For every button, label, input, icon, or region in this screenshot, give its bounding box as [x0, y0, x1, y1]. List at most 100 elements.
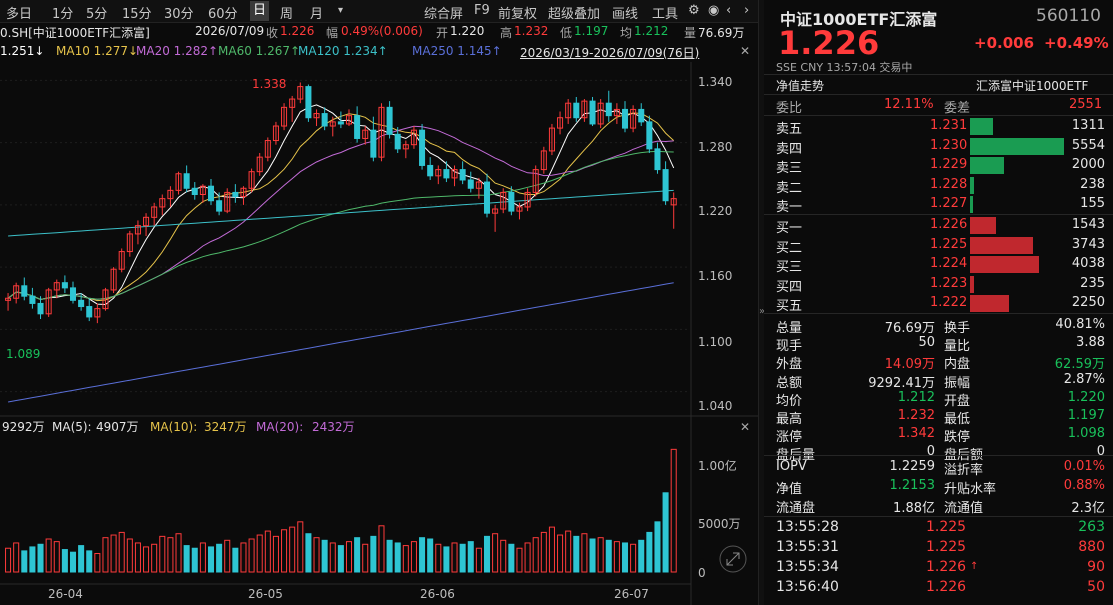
ask-row[interactable]: 卖一 1.227 155 — [764, 195, 1113, 215]
stat-label: 均价 — [776, 393, 803, 409]
volume-bar — [467, 541, 474, 573]
period-multiday[interactable]: 多日 — [6, 3, 32, 22]
kline-chart[interactable]: 1.340 1.280 1.220 1.160 1.100 1.040 1.33… — [0, 62, 758, 605]
volume-bar — [435, 543, 442, 573]
bid-row[interactable]: 买四 1.223 235 — [764, 275, 1113, 295]
volume-bar — [670, 448, 677, 573]
period-month[interactable]: 月 — [310, 3, 323, 22]
stat-value: 1.098 — [1067, 426, 1105, 442]
tick-volume: 90 — [1087, 559, 1105, 575]
expand-icon[interactable] — [719, 545, 747, 573]
volume-bar — [581, 533, 588, 573]
order-diff-value: 2551 — [1069, 97, 1103, 112]
vol-value: 76.69万 — [698, 26, 745, 40]
eye-icon[interactable]: ◉ — [708, 3, 719, 18]
tick-direction-icon: ↑ — [970, 561, 979, 572]
bid-volume: 4038 — [1071, 256, 1105, 271]
stat-label: 振幅 — [944, 375, 971, 391]
bid-price: 1.226 — [930, 217, 968, 232]
period-15min[interactable]: 15分 — [122, 3, 152, 22]
tool-draw-line[interactable]: 画线 — [612, 3, 638, 22]
ask-volume: 2000 — [1071, 157, 1105, 172]
stat-label: 总额 — [776, 375, 803, 391]
chevron-right-icon[interactable]: › — [744, 3, 749, 18]
volume-bar — [134, 542, 141, 573]
fund-stat-label: 溢折率 — [944, 463, 984, 478]
ask-row[interactable]: 卖二 1.228 238 — [764, 176, 1113, 196]
period-5min[interactable]: 5分 — [86, 3, 107, 22]
tool-f9[interactable]: F9 — [474, 3, 490, 18]
tool-tools[interactable]: 工具 — [652, 3, 678, 22]
open-value: 1.220 — [450, 24, 485, 38]
tool-forward-adjust[interactable]: 前复权 — [498, 3, 537, 22]
candle-body — [29, 295, 36, 304]
bid-row[interactable]: 买五 1.222 2250 — [764, 294, 1113, 314]
chevron-left-icon[interactable]: ‹ — [726, 3, 731, 18]
volume-bar — [313, 537, 320, 573]
ask-price: 1.227 — [930, 196, 968, 211]
volume-bar — [69, 551, 77, 573]
period-week[interactable]: 周 — [280, 3, 293, 22]
volume-bar — [5, 547, 12, 573]
ma-info-bar: 1.251↓ MA10 1.277↓ MA20 1.282↑ MA60 1.26… — [0, 42, 758, 62]
volume-bar — [329, 542, 336, 573]
volume-bar — [540, 531, 547, 573]
more-periods-icon[interactable]: ▾ — [338, 5, 343, 16]
volume-bar — [45, 538, 52, 573]
candle-body — [459, 169, 466, 181]
period-30min[interactable]: 30分 — [164, 3, 194, 22]
tool-super-overlay[interactable]: 超级叠加 — [548, 3, 600, 22]
close-volume-icon[interactable]: ✕ — [740, 420, 750, 434]
volume-bar — [118, 531, 125, 573]
volume-bar — [175, 533, 182, 573]
close-label: 收 — [266, 26, 279, 40]
volume-bar — [345, 541, 353, 573]
close-icon[interactable]: ✕ — [740, 44, 750, 58]
stat-label: 涨停 — [776, 430, 803, 446]
period-1min[interactable]: 1分 — [52, 3, 73, 22]
tick-time: 13:56:40 — [776, 579, 839, 595]
date-range-link[interactable]: 2026/03/19-2026/07/09(76日) — [520, 44, 699, 61]
tick-price: 1.225 — [926, 519, 967, 535]
fund-stat-value: 1.2259 — [889, 459, 936, 474]
candle-body — [654, 148, 661, 171]
bid-row[interactable]: 买二 1.225 3743 — [764, 236, 1113, 256]
high-annotation: 1.338 — [252, 77, 286, 91]
ask-row[interactable]: 卖五 1.231 1311 — [764, 117, 1113, 137]
price-tick: 1.100 — [698, 335, 732, 349]
ask-volume-bar — [970, 176, 974, 194]
volume-bar — [524, 542, 531, 573]
avg-label: 均 — [620, 26, 633, 40]
period-day[interactable]: 日 — [250, 1, 270, 21]
fund-stat-row: IOPV 1.2259 溢折率 0.01% — [764, 458, 1113, 478]
volume-bar — [394, 542, 401, 573]
stat-row: 总量 76.69万 换手 40.81% — [764, 316, 1113, 336]
ma5-value: 1.251↓ — [0, 44, 45, 58]
bid-row[interactable]: 买三 1.224 4038 — [764, 255, 1113, 275]
last-price: 1.226 — [778, 24, 880, 62]
candle-body — [354, 115, 361, 139]
period-60min[interactable]: 60分 — [208, 3, 238, 22]
candle-body — [638, 108, 645, 123]
volume-bar — [272, 535, 279, 573]
security-code: 560110 — [1036, 6, 1101, 26]
candle-body — [216, 200, 223, 212]
volume-bar — [305, 533, 312, 573]
ask-row[interactable]: 卖四 1.230 5554 — [764, 137, 1113, 157]
ask-row[interactable]: 卖三 1.229 2000 — [764, 156, 1113, 176]
candle-body — [483, 181, 491, 214]
price-change-pct: +0.49% — [1044, 34, 1109, 52]
tool-composite-screen[interactable]: 综合屏 — [424, 3, 463, 22]
ma120-value: MA120 1.234↑ — [298, 44, 388, 58]
stat-value: 2.87% — [1063, 371, 1105, 387]
bid-row[interactable]: 买一 1.226 1543 — [764, 216, 1113, 236]
ma60-value: MA60 1.267↑ — [218, 44, 301, 58]
gear-icon[interactable]: ⚙ — [688, 3, 700, 18]
low-value: 1.197 — [574, 24, 609, 38]
bid-volume: 1543 — [1071, 217, 1105, 232]
candle-body — [37, 302, 44, 315]
bid-volume-bar — [970, 236, 1033, 254]
market-meta: SSE CNY 13:57:04 交易中 — [776, 61, 913, 74]
nav-trend-link[interactable]: 净值走势 — [776, 77, 824, 94]
order-diff-label: 委差 — [944, 101, 971, 116]
